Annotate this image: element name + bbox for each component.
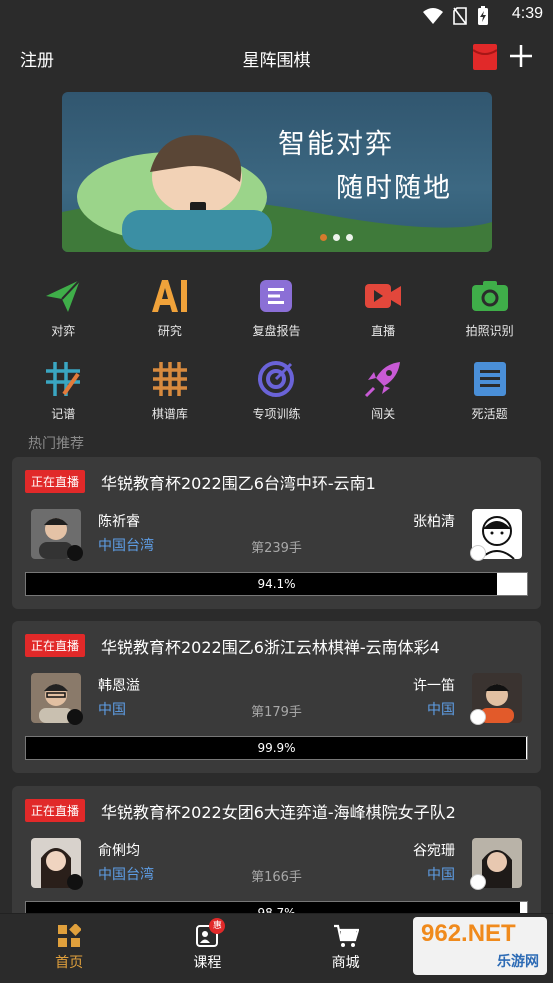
promo-banner[interactable]: 智能对弈 随时随地 xyxy=(62,92,492,252)
feature-special-training[interactable]: 专项训练 xyxy=(231,359,321,422)
live-badge: 正在直播 xyxy=(25,799,86,822)
black-player-name: 陈祈睿 xyxy=(98,514,140,530)
move-count: 第166手 xyxy=(251,870,302,885)
cart-icon xyxy=(333,924,359,947)
match-card[interactable]: 正在直播 华锐教育杯2022围乙6台湾中环-云南1 陈祈睿 中国台湾 第239手… xyxy=(12,457,541,609)
feature-label: 复盘报告 xyxy=(252,324,301,338)
black-player-name: 俞俐均 xyxy=(98,843,140,859)
home-grid-icon xyxy=(58,924,82,947)
rocket-icon xyxy=(363,359,403,399)
white-player-name: 张柏清 xyxy=(413,514,455,530)
live-badge: 正在直播 xyxy=(25,634,86,657)
ai-icon xyxy=(150,276,190,316)
banner-headline: 智能对弈 xyxy=(278,129,394,160)
win-rate-text: 99.9% xyxy=(257,741,296,755)
move-count: 第179手 xyxy=(251,705,302,720)
add-icon[interactable] xyxy=(507,42,535,70)
camera-icon xyxy=(470,276,510,316)
feature-play[interactable]: 对弈 xyxy=(18,276,108,339)
app-title: 星阵围棋 xyxy=(242,51,311,71)
target-icon xyxy=(256,359,296,399)
site-watermark: 962.NET 乐游网 xyxy=(413,917,547,975)
feature-label: 对弈 xyxy=(51,324,76,338)
book-icon xyxy=(470,359,510,399)
record-icon xyxy=(43,359,83,399)
status-icons xyxy=(423,6,489,26)
tab-label: 课程 xyxy=(193,955,222,971)
feature-challenge[interactable]: 闯关 xyxy=(338,359,428,422)
tab-shop[interactable]: 商城 xyxy=(277,914,415,983)
move-count: 第239手 xyxy=(251,541,302,556)
match-title: 华锐教育杯2022女团6大连弈道-海峰棋院女子队2 xyxy=(101,803,456,822)
win-rate-text: 94.1% xyxy=(257,577,296,591)
white-player-location: 中国 xyxy=(427,867,455,883)
tab-label: 首页 xyxy=(55,955,84,971)
tab-courses[interactable]: 惠 课程 xyxy=(138,914,276,983)
section-title: 热门推荐 xyxy=(28,436,84,452)
grid-icon xyxy=(150,359,190,399)
feature-label: 记谱 xyxy=(51,407,76,421)
tab-home[interactable]: 首页 xyxy=(0,914,138,983)
wifi-icon xyxy=(423,8,443,24)
feature-label: 闯关 xyxy=(371,407,396,421)
white-stone-icon xyxy=(470,874,486,890)
white-stone-icon xyxy=(470,709,486,725)
status-time: 4:39 xyxy=(511,5,543,22)
feature-label: 死活题 xyxy=(471,407,508,421)
feature-review-report[interactable]: 复盘报告 xyxy=(231,276,321,339)
white-player-location: 中国 xyxy=(427,702,455,718)
black-player-name: 韩恩溢 xyxy=(98,678,140,694)
white-player-name: 许一笛 xyxy=(413,678,455,694)
no-sim-icon xyxy=(453,7,467,25)
match-title: 华锐教育杯2022围乙6台湾中环-云南1 xyxy=(101,474,376,493)
discount-badge: 惠 xyxy=(209,918,226,934)
red-envelope-icon[interactable] xyxy=(473,44,497,70)
white-player-name: 谷宛珊 xyxy=(413,843,455,859)
feature-photo-recognition[interactable]: 拍照识别 xyxy=(445,276,535,339)
tab-label: 商城 xyxy=(331,955,360,971)
banner-pagination xyxy=(320,234,353,241)
feature-record[interactable]: 记谱 xyxy=(18,359,108,422)
feature-live[interactable]: 直播 xyxy=(338,276,428,339)
white-stone-icon xyxy=(470,545,486,561)
feature-label: 研究 xyxy=(157,324,182,338)
pagination-dot-active[interactable] xyxy=(320,234,327,241)
feature-life-death[interactable]: 死活题 xyxy=(445,359,535,422)
match-card[interactable]: 正在直播 华锐教育杯2022围乙6浙江云林棋禅-云南体彩4 韩恩溢 中国 第17… xyxy=(12,621,541,773)
watermark-brand: 962.NET xyxy=(421,920,516,947)
live-badge: 正在直播 xyxy=(25,470,86,493)
feature-game-library[interactable]: 棋谱库 xyxy=(125,359,215,422)
win-rate-bar: 94.1% xyxy=(25,572,528,596)
status-bar: 4:39 xyxy=(0,0,553,32)
feature-label: 棋谱库 xyxy=(151,407,188,421)
feature-label: 直播 xyxy=(371,324,396,338)
banner-subline: 随时随地 xyxy=(336,173,452,204)
feature-research[interactable]: 研究 xyxy=(125,276,215,339)
match-title: 华锐教育杯2022围乙6浙江云林棋禅-云南体彩4 xyxy=(101,638,440,657)
watermark-site: 乐游网 xyxy=(497,954,539,970)
pagination-dot[interactable] xyxy=(333,234,340,241)
battery-icon xyxy=(478,6,488,25)
feature-label: 专项训练 xyxy=(252,407,301,421)
pagination-dot[interactable] xyxy=(346,234,353,241)
report-icon xyxy=(256,276,296,316)
feature-grid: 对弈 研究 复盘报告 直播 拍照识别 记谱 棋谱库 专项训练 闯关 死活题 xyxy=(0,276,553,442)
video-icon xyxy=(363,276,403,316)
feature-label: 拍照识别 xyxy=(465,324,514,338)
app-header: 注册 星阵围棋 xyxy=(0,36,553,80)
win-rate-bar: 99.9% xyxy=(25,736,528,760)
paper-plane-icon xyxy=(43,276,83,316)
